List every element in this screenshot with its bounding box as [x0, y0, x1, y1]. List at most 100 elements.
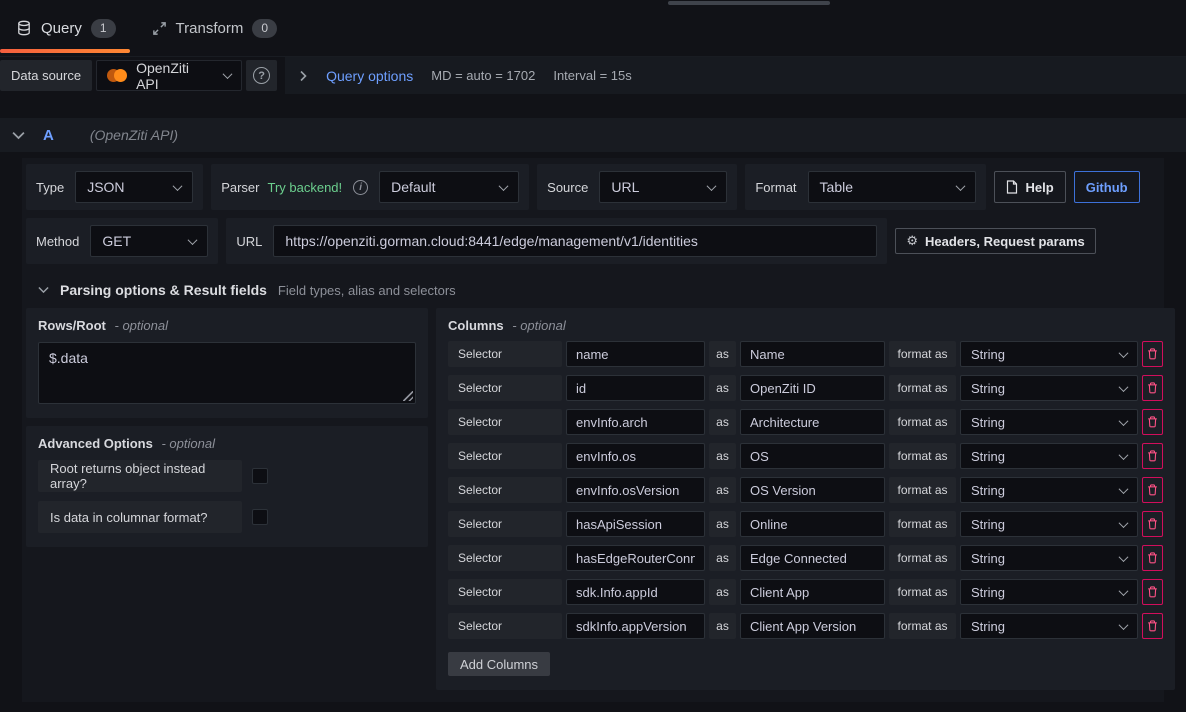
column-format-select[interactable]: String [960, 341, 1138, 367]
rows-root-title: Rows/Root [38, 318, 106, 333]
trash-icon [1147, 416, 1158, 428]
column-alias-input[interactable] [740, 443, 885, 469]
type-value: JSON [87, 179, 124, 195]
chevron-down-icon [1119, 382, 1129, 392]
resize-corner-handle[interactable] [403, 391, 413, 401]
parser-select[interactable]: Default [379, 171, 519, 203]
as-label: as [709, 409, 736, 435]
delete-column-button[interactable] [1142, 579, 1163, 605]
parsing-section-header[interactable]: Parsing options & Result fields Field ty… [38, 282, 1160, 298]
query-editor: Type JSON Parser Try backend! i Default … [22, 158, 1164, 702]
tab-query-count: 1 [91, 19, 116, 38]
column-selector-input[interactable] [566, 613, 705, 639]
trash-icon [1147, 552, 1158, 564]
add-columns-button[interactable]: Add Columns [448, 652, 550, 676]
column-format-value: String [971, 585, 1005, 600]
column-alias-input[interactable] [740, 545, 885, 571]
delete-column-button[interactable] [1142, 477, 1163, 503]
as-label: as [709, 613, 736, 639]
url-label: URL [236, 234, 262, 249]
delete-column-button[interactable] [1142, 341, 1163, 367]
query-options-link[interactable]: Query options [326, 68, 413, 84]
chevron-down-icon [173, 181, 183, 191]
column-format-select[interactable]: String [960, 375, 1138, 401]
selector-label: Selector [448, 613, 562, 639]
query-options-bar[interactable]: Query options MD = auto = 1702 Interval … [285, 57, 1186, 94]
delete-column-button[interactable] [1142, 545, 1163, 571]
url-input[interactable] [273, 225, 877, 257]
datasource-help-button[interactable]: ? [246, 60, 277, 91]
column-selector-input[interactable] [566, 579, 705, 605]
column-alias-input[interactable] [740, 375, 885, 401]
trash-icon [1147, 484, 1158, 496]
type-select[interactable]: JSON [75, 171, 193, 203]
angle-right-icon [299, 70, 308, 82]
active-tab-underline [0, 49, 130, 53]
column-selector-input[interactable] [566, 477, 705, 503]
column-format-value: String [971, 483, 1005, 498]
selector-label: Selector [448, 409, 562, 435]
rows-root-input[interactable]: $.data [38, 342, 416, 404]
column-format-value: String [971, 347, 1005, 362]
help-button[interactable]: Help [994, 171, 1066, 203]
selector-label: Selector [448, 545, 562, 571]
method-value: GET [102, 233, 131, 249]
column-alias-input[interactable] [740, 341, 885, 367]
column-format-select[interactable]: String [960, 511, 1138, 537]
columns-optional: - optional [512, 318, 565, 333]
as-label: as [709, 443, 736, 469]
datasource-picker[interactable]: OpenZiti API [96, 60, 242, 91]
column-format-select[interactable]: String [960, 545, 1138, 571]
chevron-down-icon [1119, 450, 1129, 460]
root-returns-object-checkbox[interactable] [252, 468, 268, 484]
chevron-down-icon [707, 181, 717, 191]
column-selector-input[interactable] [566, 375, 705, 401]
chevron-down-icon [1119, 552, 1129, 562]
delete-column-button[interactable] [1142, 375, 1163, 401]
column-format-select[interactable]: String [960, 613, 1138, 639]
query-datasource-hint: (OpenZiti API) [90, 127, 178, 143]
query-row-header[interactable]: A (OpenZiti API) [0, 118, 1186, 152]
column-selector-input[interactable] [566, 511, 705, 537]
column-alias-input[interactable] [740, 579, 885, 605]
column-format-select[interactable]: String [960, 579, 1138, 605]
tab-transform[interactable]: Transform 0 [136, 0, 297, 56]
interval-stat: Interval = 15s [553, 68, 631, 83]
type-field-group: Type JSON [26, 164, 203, 210]
column-format-select[interactable]: String [960, 409, 1138, 435]
delete-column-button[interactable] [1142, 409, 1163, 435]
delete-column-button[interactable] [1142, 443, 1163, 469]
source-select[interactable]: URL [599, 171, 727, 203]
question-circle-icon: ? [253, 67, 270, 84]
column-alias-input[interactable] [740, 511, 885, 537]
source-field-group: Source URL [537, 164, 737, 210]
column-selector-input[interactable] [566, 409, 705, 435]
columnar-format-checkbox[interactable] [252, 509, 268, 525]
datasource-name: OpenZiti API [136, 60, 205, 92]
gear-icon: ⚙ [906, 235, 918, 248]
column-alias-input[interactable] [740, 613, 885, 639]
column-selector-input[interactable] [566, 341, 705, 367]
info-circle-icon[interactable]: i [353, 180, 368, 195]
column-format-select[interactable]: String [960, 477, 1138, 503]
method-field-group: Method GET [26, 218, 218, 264]
method-select[interactable]: GET [90, 225, 208, 257]
editor-top-buttons: Help Github [994, 171, 1140, 203]
editor-row-request: Method GET URL ⚙ Headers, Request params [26, 218, 1160, 264]
column-alias-input[interactable] [740, 409, 885, 435]
format-as-label: format as [889, 579, 956, 605]
pane-resize-handle[interactable] [668, 1, 830, 5]
column-selector-input[interactable] [566, 443, 705, 469]
format-select[interactable]: Table [808, 171, 976, 203]
delete-column-button[interactable] [1142, 511, 1163, 537]
tab-query[interactable]: Query 1 [0, 0, 136, 56]
column-alias-input[interactable] [740, 477, 885, 503]
format-field-group: Format Table [745, 164, 985, 210]
transform-arrows-icon [152, 21, 167, 36]
column-selector-input[interactable] [566, 545, 705, 571]
rows-root-optional: - optional [115, 318, 168, 333]
github-button[interactable]: Github [1074, 171, 1140, 203]
delete-column-button[interactable] [1142, 613, 1163, 639]
column-format-select[interactable]: String [960, 443, 1138, 469]
headers-request-params-button[interactable]: ⚙ Headers, Request params [895, 228, 1095, 254]
